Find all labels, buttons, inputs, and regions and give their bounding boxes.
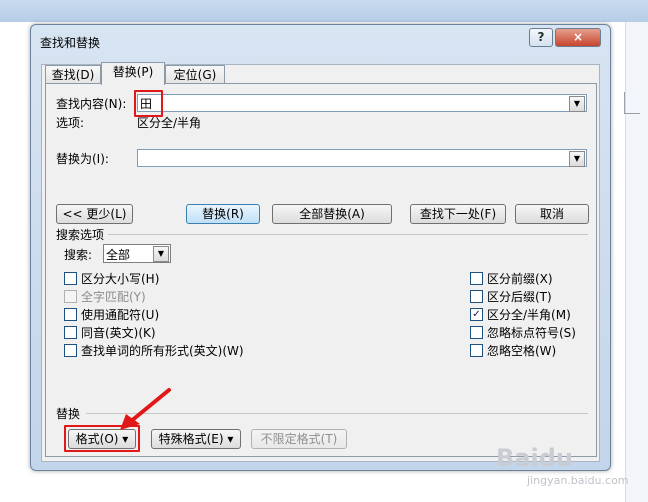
find-highlight-box (134, 90, 163, 117)
replace-all-button[interactable]: 全部替换(A) (272, 204, 392, 224)
search-options-title: 搜索选项 (56, 228, 105, 242)
replace-input[interactable]: ▼ (137, 149, 587, 167)
options-value: 区分全/半角 (137, 116, 202, 130)
find-label: 查找内容(N): (56, 97, 127, 111)
ignore-punctuation-label: 忽略标点符号(S) (487, 326, 576, 340)
no-format-button[interactable]: 不限定格式(T) (251, 429, 347, 449)
search-scope-value: 全部 (106, 248, 131, 262)
less-button[interactable]: << 更少(L) (56, 204, 133, 224)
tab-goto[interactable]: 定位(G) (165, 65, 225, 84)
close-button[interactable]: × (555, 28, 601, 47)
replace-button[interactable]: 替换(R) (186, 204, 260, 224)
document-background (625, 22, 648, 502)
all-word-forms-checkbox[interactable] (64, 344, 77, 357)
options-label: 选项: (56, 116, 85, 130)
sounds-like-label: 同音(英文)(K) (81, 326, 156, 340)
replace-section-title: 替换 (56, 407, 81, 421)
dropdown-arrow-icon: ▾ (223, 432, 234, 446)
match-case-checkbox[interactable] (64, 272, 77, 285)
cancel-button[interactable]: 取消 (515, 204, 589, 224)
tab-find[interactable]: 查找(D) (45, 65, 101, 84)
match-width-checkbox[interactable]: ✓ (470, 308, 483, 321)
whole-word-label: 全字匹配(Y) (81, 290, 146, 304)
document-mark (624, 92, 625, 114)
match-suffix-checkbox[interactable] (470, 290, 483, 303)
match-prefix-checkbox[interactable] (470, 272, 483, 285)
match-prefix-label: 区分前缀(X) (487, 272, 553, 286)
search-scope-select[interactable]: 全部 ▼ (103, 244, 171, 263)
wildcards-label: 使用通配符(U) (81, 308, 160, 322)
find-replace-dialog: 查找和替换 ? × 查找(D) 替换(P) 定位(G) 查找内容(N): 田 ▼… (30, 24, 611, 471)
sounds-like-checkbox[interactable] (64, 326, 77, 339)
find-dropdown-arrow[interactable]: ▼ (569, 96, 585, 112)
replace-label: 替换为(I): (56, 152, 109, 166)
document-mark (624, 113, 640, 114)
match-case-label: 区分大小写(H) (81, 272, 160, 286)
search-scope-arrow[interactable]: ▼ (153, 246, 169, 262)
watermark-logo: Baidu (496, 444, 573, 472)
replace-tab-panel: 查找内容(N): 田 ▼ 选项: 区分全/半角 替换为(I): ▼ << 更少(… (45, 83, 597, 457)
wildcards-checkbox[interactable] (64, 308, 77, 321)
ignore-space-label: 忽略空格(W) (487, 344, 557, 358)
whole-word-checkbox[interactable] (64, 290, 77, 303)
dialog-title: 查找和替换 (40, 36, 101, 50)
find-input[interactable]: 田 ▼ (137, 94, 587, 112)
special-format-label: 特殊格式(E) (158, 432, 224, 446)
replace-dropdown-arrow[interactable]: ▼ (569, 151, 585, 167)
separator (108, 234, 588, 235)
red-arrow-icon (120, 388, 171, 430)
watermark-site: jingyan.baidu.com (527, 474, 629, 487)
tab-replace[interactable]: 替换(P) (101, 62, 165, 85)
match-width-label: 区分全/半角(M) (487, 308, 571, 322)
search-scope-label: 搜索: (64, 248, 93, 262)
checkmark-icon: ✓ (472, 309, 481, 320)
ignore-punctuation-checkbox[interactable] (470, 326, 483, 339)
help-button[interactable]: ? (529, 28, 553, 47)
background-title-bar (0, 0, 648, 22)
find-next-button[interactable]: 查找下一处(F) (410, 204, 506, 224)
ignore-space-checkbox[interactable] (470, 344, 483, 357)
all-word-forms-label: 查找单词的所有形式(英文)(W) (81, 344, 244, 358)
match-suffix-label: 区分后缀(T) (487, 290, 552, 304)
